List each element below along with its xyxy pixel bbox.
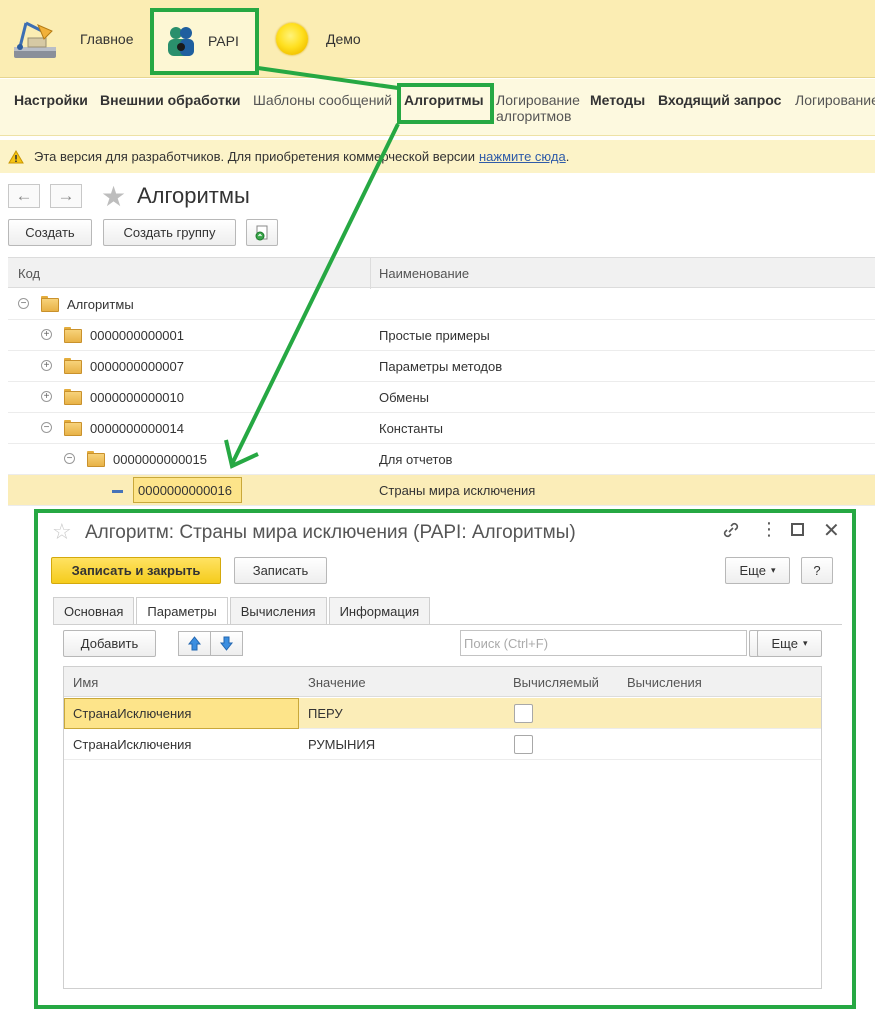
annotation-arrows <box>224 66 400 469</box>
